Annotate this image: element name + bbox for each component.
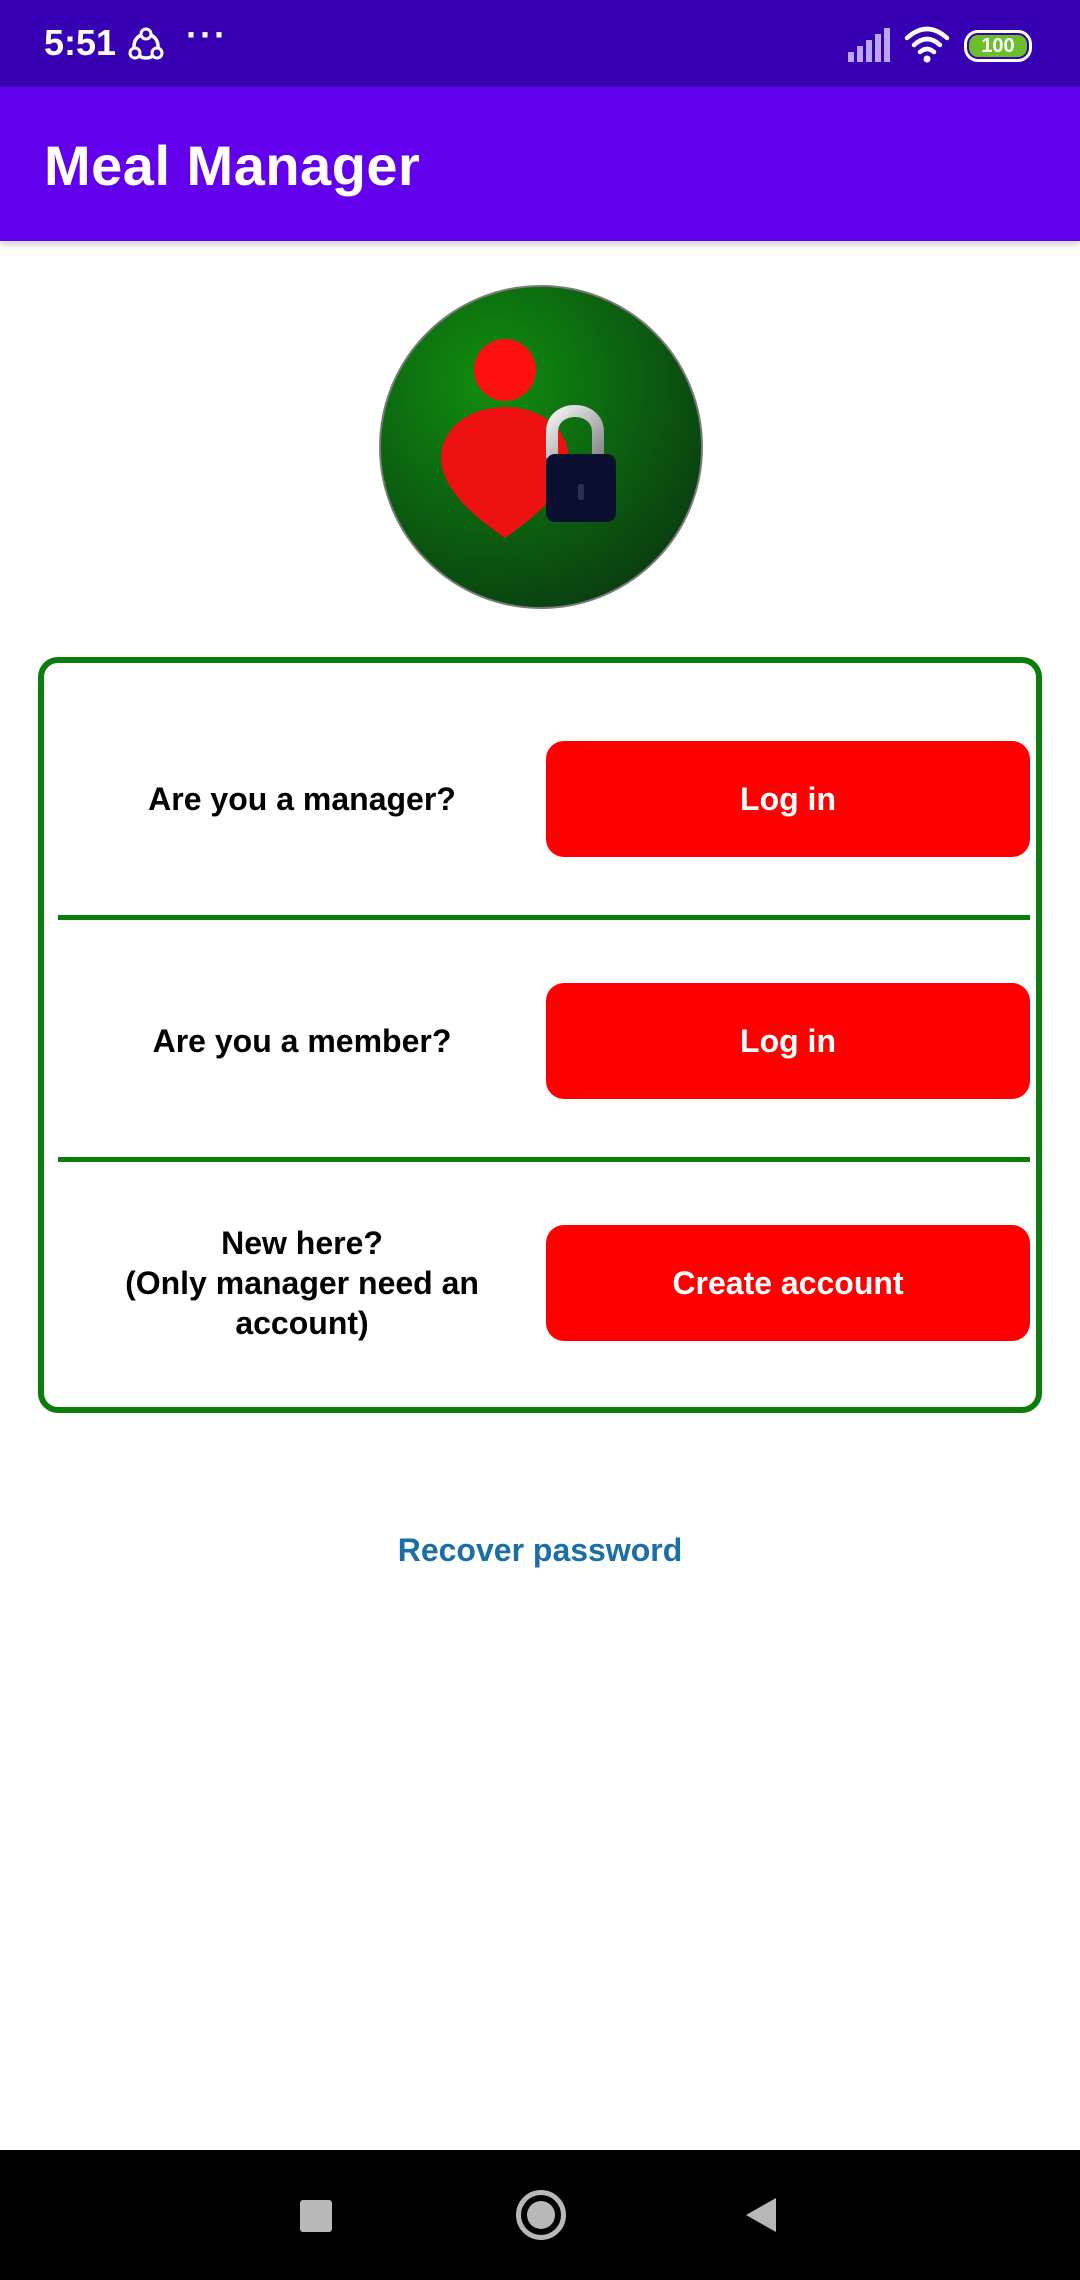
battery-icon: 100 bbox=[964, 30, 1032, 62]
manager-prompt: Are you a manager? bbox=[148, 781, 456, 817]
navigation-bar bbox=[0, 2150, 1080, 2280]
recents-icon[interactable] bbox=[300, 2200, 332, 2232]
app-bar: Meal Manager bbox=[0, 87, 1080, 241]
back-icon[interactable] bbox=[744, 2196, 778, 2234]
more-icon: ··· bbox=[186, 14, 228, 55]
new-account-row: New here? (Only manager need an account)… bbox=[44, 1225, 1036, 1341]
status-bar: 5:51 ··· 100 bbox=[0, 0, 1080, 87]
signal-icon bbox=[848, 28, 890, 62]
member-prompt: Are you a member? bbox=[152, 1023, 452, 1059]
home-icon-inner bbox=[527, 2201, 555, 2229]
recover-password-link[interactable]: Recover password bbox=[0, 1532, 1080, 1569]
status-time: 5:51 bbox=[44, 22, 117, 63]
divider bbox=[58, 1157, 1030, 1162]
app-title: Meal Manager bbox=[44, 134, 421, 197]
new-account-prompt: New here? (Only manager need an account) bbox=[125, 1225, 479, 1341]
manager-row: Are you a manager? Log in bbox=[44, 741, 1036, 857]
member-login-button[interactable]: Log in bbox=[546, 983, 1030, 1099]
login-options-card: Are you a manager? Log in Are you a memb… bbox=[38, 657, 1042, 1413]
home-icon[interactable] bbox=[516, 2190, 566, 2240]
manager-login-button[interactable]: Log in bbox=[546, 741, 1030, 857]
divider bbox=[58, 915, 1030, 920]
create-account-button[interactable]: Create account bbox=[546, 1225, 1030, 1341]
wifi-icon bbox=[904, 26, 950, 63]
member-row: Are you a member? Log in bbox=[44, 983, 1036, 1099]
battery-level: 100 bbox=[969, 35, 1027, 57]
screen: 5:51 ··· 100 Meal Manager Are you a mana… bbox=[0, 0, 1080, 2280]
user-lock-icon bbox=[379, 285, 703, 609]
sync-icon bbox=[128, 27, 164, 60]
